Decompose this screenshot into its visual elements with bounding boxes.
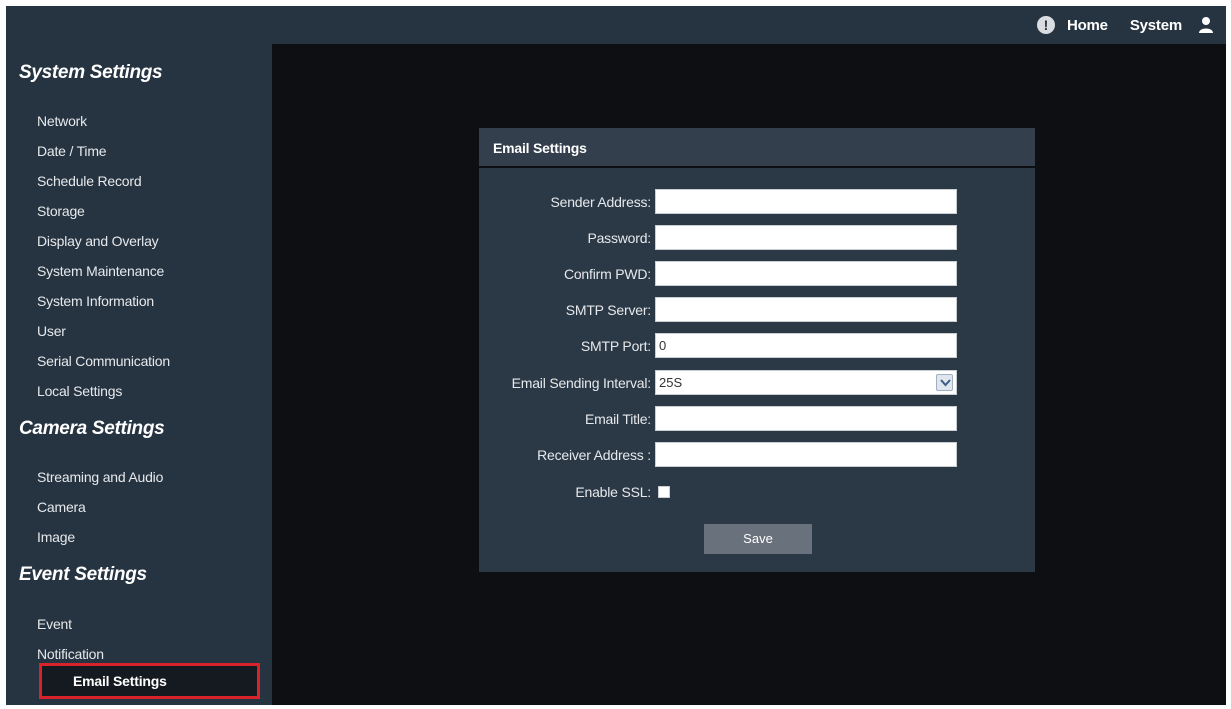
sidebar-item-display-overlay[interactable]: Display and Overlay [37,233,159,249]
alert-icon[interactable]: ! [1036,16,1055,34]
sender-address-input[interactable] [655,189,957,214]
app-window: ! Home System System Settings Network Da… [6,6,1226,705]
sending-interval-label: Email Sending Interval: [511,375,652,391]
form-row-receiver-address: Receiver Address : [479,442,1035,468]
form-row-sending-interval: Email Sending Interval: 25S [479,370,1035,396]
panel-title: Email Settings [479,128,1035,168]
sidebar-item-email-settings[interactable]: Email Settings [39,663,260,699]
home-link[interactable]: Home [1067,17,1108,34]
sending-interval-select[interactable]: 25S [655,370,957,395]
receiver-address-label: Receiver Address : [537,447,651,463]
sidebar-item-event[interactable]: Event [37,616,72,632]
sidebar-item-system-maintenance[interactable]: System Maintenance [37,263,164,279]
save-button[interactable]: Save [704,524,812,554]
system-link[interactable]: System [1130,17,1182,34]
sidebar-item-image[interactable]: Image [37,529,75,545]
sidebar-item-notification[interactable]: Notification [37,646,104,662]
section-title-event: Event Settings [19,564,147,585]
sidebar-item-storage[interactable]: Storage [37,203,85,219]
sidebar-item-streaming-audio[interactable]: Streaming and Audio [37,469,163,485]
sidebar: System Settings Network Date / Time Sche… [6,44,272,705]
enable-ssl-label: Enable SSL: [575,484,651,500]
smtp-server-label: SMTP Server: [565,302,651,318]
sidebar-item-date-time[interactable]: Date / Time [37,143,107,159]
form-row-email-title: Email Title: [479,406,1035,432]
sidebar-item-serial-communication[interactable]: Serial Communication [37,353,170,369]
confirm-pwd-label: Confirm PWD: [563,266,651,282]
sidebar-item-system-information[interactable]: System Information [37,293,154,309]
password-input[interactable] [655,225,957,250]
email-title-label: Email Title: [584,411,651,427]
sidebar-item-local-settings[interactable]: Local Settings [37,383,122,399]
chevron-down-icon[interactable] [936,374,953,391]
section-title-system: System Settings [19,62,163,83]
enable-ssl-checkbox[interactable] [658,486,670,498]
receiver-address-input[interactable] [655,442,957,467]
form-row-confirm-pwd: Confirm PWD: [479,261,1035,287]
sending-interval-value: 25S [659,375,683,390]
smtp-port-input[interactable]: 0 [655,333,957,358]
email-settings-panel: Email Settings Sender Address: Password:… [479,128,1035,572]
form-row-sender-address: Sender Address: [479,189,1035,215]
form-row-smtp-port: SMTP Port: 0 [479,333,1035,359]
top-nav: ! Home System [1036,6,1214,44]
password-label: Password: [587,230,651,246]
sender-address-label: Sender Address: [550,194,651,210]
sidebar-item-user[interactable]: User [37,323,66,339]
smtp-port-label: SMTP Port: [580,338,651,354]
user-icon[interactable] [1198,16,1214,34]
sidebar-item-network[interactable]: Network [37,113,87,129]
email-title-input[interactable] [655,406,957,431]
form-row-password: Password: [479,225,1035,251]
top-bar: ! Home System [6,6,1226,44]
form-row-enable-ssl: Enable SSL: [479,479,1035,505]
form-row-smtp-server: SMTP Server: [479,297,1035,323]
smtp-server-input[interactable] [655,297,957,322]
section-title-camera: Camera Settings [19,418,165,439]
confirm-pwd-input[interactable] [655,261,957,286]
sidebar-item-schedule-record[interactable]: Schedule Record [37,173,142,189]
sidebar-item-camera[interactable]: Camera [37,499,86,515]
